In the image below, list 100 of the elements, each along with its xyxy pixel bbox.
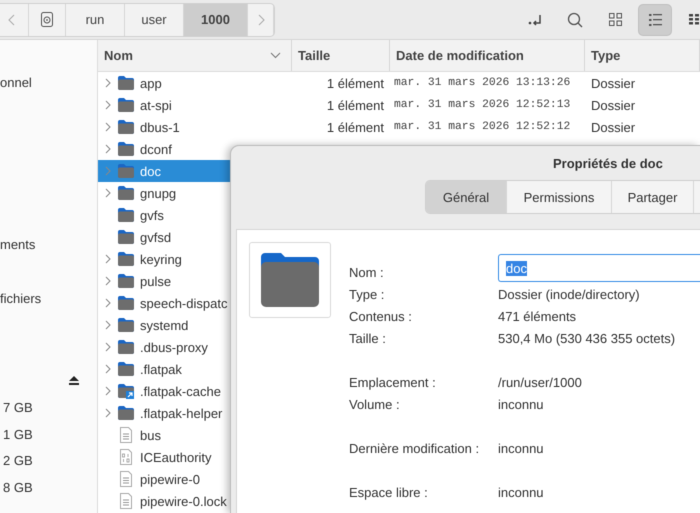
file-name[interactable]: gvfs <box>140 208 164 222</box>
expander-icon[interactable] <box>104 408 112 418</box>
property-value: inconnu <box>498 440 545 456</box>
expander-icon[interactable] <box>104 342 112 352</box>
expander-icon[interactable] <box>104 100 112 110</box>
disk-size-label: 7 GB <box>3 400 33 415</box>
item-count: 1 élément <box>326 98 384 112</box>
property-value: /run/user/1000 <box>498 374 583 390</box>
file-name[interactable]: pulse <box>140 274 172 288</box>
property-value: inconnu <box>498 396 545 412</box>
folder-icon <box>117 163 135 179</box>
property-label: Dernière modification : <box>349 440 480 456</box>
file-name[interactable]: dbus-1 <box>140 120 180 134</box>
modified-date: mar. 31 mars 2026 12:52:13 <box>394 99 570 111</box>
property-label: Taille : <box>349 330 387 346</box>
folder-icon <box>117 361 135 377</box>
property-value: 530,4 Mo (530 436 355 octets) <box>498 330 676 346</box>
expander-icon[interactable] <box>104 78 112 88</box>
file-name[interactable]: doc <box>140 164 161 178</box>
column-header[interactable]: Nom <box>98 40 292 71</box>
expander-icon[interactable] <box>104 144 112 154</box>
binary-file-icon <box>119 449 133 465</box>
text-file-icon <box>119 493 133 509</box>
file-name[interactable]: pipewire-0 <box>140 472 200 486</box>
item-count: 1 élément <box>326 120 384 134</box>
disk-size-label: 2 GB <box>3 453 33 468</box>
folder-icon <box>117 119 135 135</box>
file-name[interactable]: .flatpak-cache <box>140 384 221 398</box>
expander-icon[interactable] <box>104 122 112 132</box>
list-view-button[interactable] <box>638 4 672 36</box>
property-label: Volume : <box>349 396 401 412</box>
tab[interactable]: Général <box>426 181 507 213</box>
folder-link-icon <box>117 383 135 399</box>
folder-icon <box>117 229 135 245</box>
folder-icon <box>117 185 135 201</box>
expander-icon[interactable] <box>104 320 112 330</box>
disk-size-label: 8 GB <box>3 480 33 496</box>
expander-icon[interactable] <box>104 276 112 286</box>
file-name[interactable]: .flatpak <box>140 362 182 376</box>
file-type: Dossier <box>591 98 636 112</box>
property-value: 471 éléments <box>498 308 578 324</box>
column-header[interactable]: Type <box>585 40 700 71</box>
column-header[interactable]: Date de modification <box>390 40 585 71</box>
name-input-field[interactable]: doc <box>498 254 700 282</box>
file-name[interactable]: keyring <box>140 252 182 266</box>
file-name[interactable]: pipewire-0.lock <box>140 494 227 508</box>
file-name[interactable]: at-spi <box>140 98 172 112</box>
property-value: Dossier (inode/directory) <box>498 286 641 302</box>
file-name[interactable]: app <box>140 76 162 90</box>
enter-arrow-icon[interactable] <box>528 14 542 26</box>
column-header[interactable]: Taille <box>292 40 390 71</box>
grid-icon[interactable] <box>608 13 622 26</box>
folder-icon <box>261 253 319 307</box>
expander-icon[interactable] <box>104 364 112 374</box>
folder-icon <box>117 273 135 289</box>
sidebar-item[interactable]: onnel <box>0 75 32 90</box>
property-label: Espace libre : <box>349 484 429 500</box>
expander-icon[interactable] <box>104 298 112 308</box>
folder-icon <box>117 97 135 113</box>
expander-icon[interactable] <box>104 254 112 264</box>
folder-icon <box>117 405 135 421</box>
modified-date: mar. 31 mars 2026 12:52:12 <box>394 121 570 133</box>
sort-caret-icon[interactable] <box>270 52 281 59</box>
back-chevron-icon[interactable] <box>8 14 16 26</box>
search-icon[interactable] <box>567 12 583 28</box>
list-icon[interactable] <box>648 14 662 26</box>
property-label: Contenus : <box>349 308 413 324</box>
file-type: Dossier <box>591 120 636 134</box>
file-name[interactable]: dconf <box>140 142 172 156</box>
folder-icon <box>117 207 135 223</box>
property-label: Type : <box>349 286 386 302</box>
file-name[interactable]: speech-dispatc <box>140 296 228 310</box>
tab[interactable]: Permissions <box>507 181 612 213</box>
folder-icon <box>117 251 135 267</box>
menu-icon[interactable] <box>689 14 700 25</box>
property-label: Emplacement : <box>349 374 437 390</box>
sidebar-item[interactable]: ments <box>0 237 36 252</box>
file-name[interactable]: gvfsd <box>140 230 172 244</box>
property-label: Nom : <box>349 264 385 280</box>
drive-icon[interactable] <box>41 12 53 27</box>
expander-icon[interactable] <box>104 188 112 198</box>
file-name[interactable]: ICEauthority <box>140 450 212 464</box>
forward-chevron-icon[interactable] <box>256 14 264 26</box>
file-name[interactable]: .dbus-proxy <box>140 340 208 354</box>
expander-icon[interactable] <box>104 386 112 396</box>
eject-icon[interactable] <box>69 376 79 385</box>
folder-icon <box>117 295 135 311</box>
property-value: inconnu <box>498 484 545 500</box>
file-name[interactable]: systemd <box>140 318 188 332</box>
path-segment[interactable]: run <box>66 4 125 36</box>
text-file-icon <box>119 471 133 487</box>
tab[interactable]: Partager <box>612 181 694 213</box>
path-segment[interactable]: 1000 <box>184 4 248 36</box>
sidebar-item[interactable]: fichiers <box>0 291 42 306</box>
text-file-icon <box>119 427 133 443</box>
folder-icon <box>117 141 135 157</box>
file-name[interactable]: gnupg <box>140 186 176 200</box>
file-name[interactable]: .flatpak-helper <box>140 406 222 420</box>
folder-icon <box>117 75 135 91</box>
file-name[interactable]: bus <box>140 428 161 442</box>
